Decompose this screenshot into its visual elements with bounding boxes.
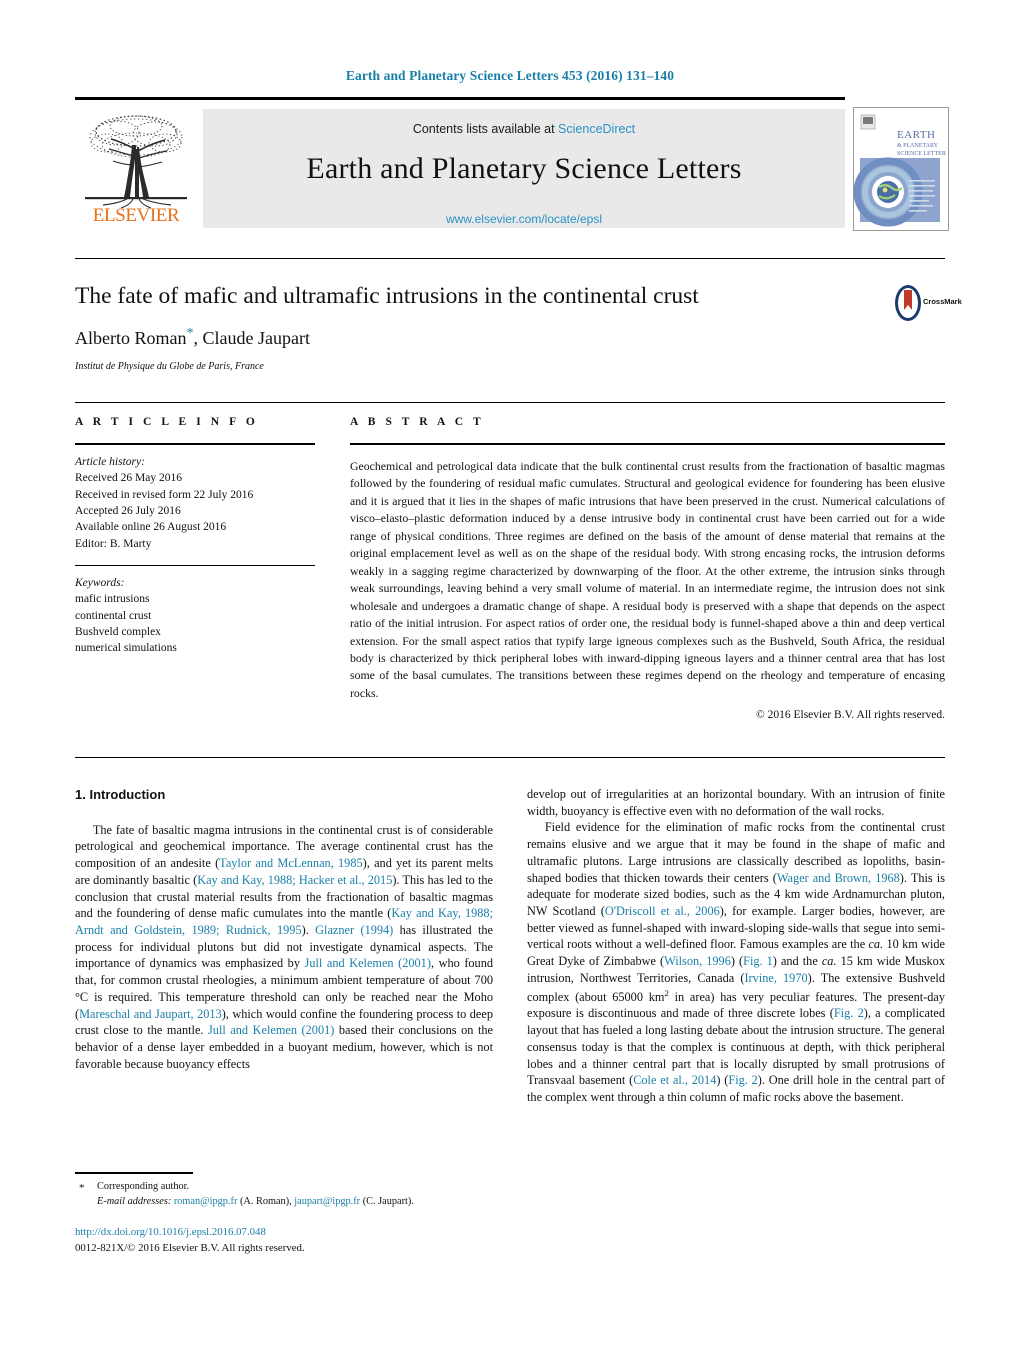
body-column-right: develop out of irregularities at an hori…: [527, 786, 945, 1106]
journal-title: Earth and Planetary Science Letters: [306, 152, 742, 185]
info-block-top-rule: [75, 402, 945, 403]
svg-text:EARTH: EARTH: [897, 129, 936, 141]
svg-text:SCIENCE LETTERS: SCIENCE LETTERS: [897, 151, 946, 157]
corresponding-author-marker: *: [79, 1182, 85, 1194]
history-item: Editor: B. Marty: [75, 537, 152, 550]
footnote-block: * Corresponding author. E-mail addresses…: [75, 1180, 495, 1210]
section-heading-introduction: 1. Introduction: [75, 787, 166, 802]
email-link-jaupart[interactable]: jaupart@ipgp.fr: [294, 1196, 360, 1207]
abstract-copyright: © 2016 Elsevier B.V. All rights reserved…: [756, 709, 945, 722]
crossmark-label: CrossMark: [923, 297, 962, 306]
elsevier-logo: ELSEVIER: [77, 109, 195, 227]
crossmark-logo-icon: [895, 285, 921, 321]
issn-copyright-line: 0012-821X/© 2016 Elsevier B.V. All right…: [75, 1242, 305, 1255]
journal-url-link[interactable]: www.elsevier.com/locate/epsl: [203, 212, 845, 226]
body-column-left: 1. Introduction The fate of basaltic mag…: [75, 786, 493, 1072]
history-item: Available online 26 August 2016: [75, 521, 227, 534]
email-name-roman: (A. Roman),: [239, 1195, 292, 1207]
crossmark-badge[interactable]: CrossMark: [893, 283, 962, 327]
abstract-column: A B S T R A C T Geochemical and petrolog…: [350, 416, 945, 721]
journal-masthead: ELSEVIER Contents lists available at Sci…: [75, 97, 949, 232]
email-addresses-label: E-mail addresses:: [97, 1195, 172, 1207]
sciencedirect-link[interactable]: ScienceDirect: [558, 122, 635, 136]
paragraph: The fate of basaltic magma intrusions in…: [75, 822, 494, 1071]
paragraph: Field evidence for the elimination of ma…: [527, 820, 946, 1105]
keyword-item: Bushveld complex: [75, 625, 161, 638]
keyword-item: mafic intrusions: [75, 593, 150, 606]
paper-page: Earth and Planetary Science Letters 453 …: [0, 0, 1020, 1351]
history-item: Received in revised form 22 July 2016: [75, 488, 254, 501]
elsevier-wordmark: ELSEVIER: [92, 205, 180, 226]
keywords-title: Keywords:: [75, 576, 125, 589]
abstract-text: Geochemical and petrological data indica…: [350, 459, 945, 700]
footnote-rule: [75, 1172, 193, 1174]
author-list: Alberto Roman*, Claude Jaupart: [75, 326, 310, 348]
keyword-item: continental crust: [75, 609, 152, 622]
journal-band: Contents lists available at ScienceDirec…: [203, 109, 845, 228]
affiliation: Institut de Physique du Globe de Paris, …: [75, 361, 264, 372]
history-item: Received 26 May 2016: [75, 472, 182, 485]
article-history-group: Article history: Received 26 May 2016 Re…: [75, 454, 315, 552]
article-info-rule: [75, 443, 315, 445]
doi-link[interactable]: http://dx.doi.org/10.1016/j.epsl.2016.07…: [75, 1224, 505, 1240]
email-name-jaupart: (C. Jaupart).: [362, 1195, 414, 1207]
corresponding-author-note: Corresponding author.: [97, 1181, 190, 1192]
svg-text:& PLANETARY: & PLANETARY: [897, 143, 939, 149]
title-separator-rule: [75, 258, 945, 259]
doi-block: http://dx.doi.org/10.1016/j.epsl.2016.07…: [75, 1224, 505, 1256]
keyword-item: numerical simulations: [75, 642, 177, 655]
contents-line: Contents lists available at ScienceDirec…: [203, 122, 845, 136]
keywords-group: Keywords: mafic intrusions continental c…: [75, 575, 315, 657]
paragraph: develop out of irregularities at an hori…: [527, 787, 945, 818]
contents-prefix: Contents lists available at: [412, 122, 559, 136]
abstract-rule: [350, 443, 945, 445]
page-title: The fate of mafic and ultramafic intrusi…: [75, 283, 699, 309]
info-block-bottom-rule: [75, 757, 945, 758]
masthead-top-rule: [75, 97, 845, 100]
keywords-rule: [75, 564, 315, 566]
article-info-heading: A R T I C L E I N F O: [75, 416, 259, 428]
email-addresses-line: E-mail addresses: roman@ipgp.fr (A. Roma…: [97, 1195, 495, 1210]
email-link-roman[interactable]: roman@ipgp.fr: [174, 1196, 238, 1207]
abstract-heading: A B S T R A C T: [350, 416, 485, 428]
cover-artwork-icon: EARTH & PLANETARY SCIENCE LETTERS: [854, 108, 948, 228]
running-head: Earth and Planetary Science Letters 453 …: [345, 68, 675, 83]
article-info-column: A R T I C L E I N F O Article history: R…: [75, 416, 315, 657]
history-item: Accepted 26 July 2016: [75, 504, 181, 517]
journal-cover-thumbnail: EARTH & PLANETARY SCIENCE LETTERS: [853, 107, 949, 231]
elsevier-tree-icon: [85, 115, 187, 209]
article-history-title: Article history:: [75, 456, 145, 468]
